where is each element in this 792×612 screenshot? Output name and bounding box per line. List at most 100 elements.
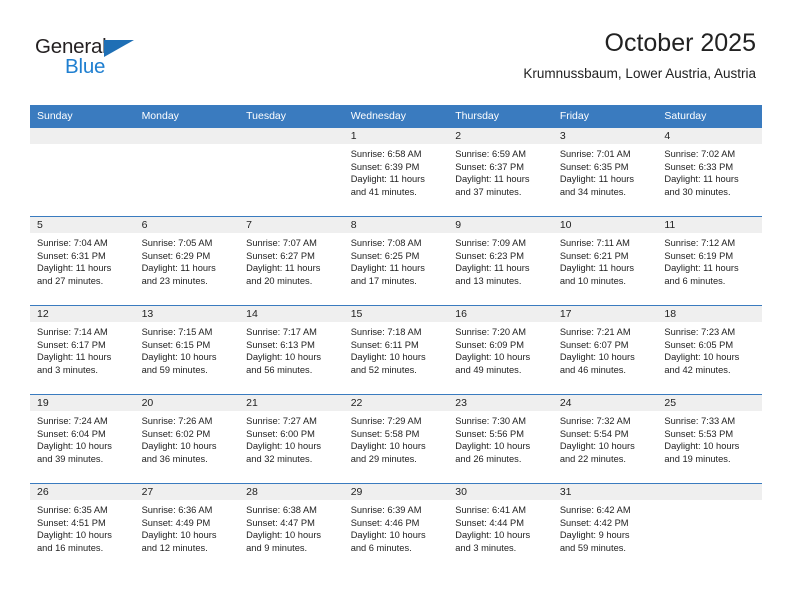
day-sun-info: Sunrise: 7:01 AM Sunset: 6:35 PM Daylight:… (553, 144, 658, 198)
day-cell-content: 3 Sunrise: 7:01 AM Sunset: 6:35 PM Daylight… (552, 128, 658, 216)
day-info-line: Sunrise: 7:24 AM (37, 416, 108, 426)
day-info-line: Sunset: 6:05 PM (664, 339, 734, 350)
day-cell-content: 5 Sunrise: 7:04 AM Sunset: 6:31 PM Daylight… (30, 217, 135, 305)
day-cell[interactable]: 19 Sunrise: 7:24 AM Sunset: 6:04 PM Dayligh… (30, 394, 135, 484)
day-sun-info: Sunrise: 7:27 AM Sunset: 6:00 PM Daylight:… (239, 411, 344, 465)
day-info-line: and 29 minutes. (350, 453, 417, 464)
day-cell[interactable]: 17 Sunrise: 7:21 AM Sunset: 6:07 PM Dayligh… (552, 305, 658, 395)
day-sun-info (657, 500, 762, 504)
day-number: 8 (343, 217, 449, 233)
day-number: 29 (343, 484, 449, 500)
day-cell-content: 22 Sunrise: 7:29 AM Sunset: 5:58 PM Dayligh… (343, 395, 449, 483)
day-number: 12 (30, 306, 135, 322)
day-cell[interactable]: 14 Sunrise: 7:17 AM Sunset: 6:13 PM Dayligh… (239, 305, 344, 395)
weekday-header-friday: Friday (552, 105, 658, 128)
day-info-line: and 13 minutes. (455, 275, 522, 286)
day-cell[interactable]: 13 Sunrise: 7:15 AM Sunset: 6:15 PM Dayligh… (134, 305, 240, 395)
day-info-line: Daylight: 9 hours (559, 530, 630, 541)
day-number: 9 (448, 217, 553, 233)
day-info-line: Sunset: 4:49 PM (141, 517, 211, 528)
day-sun-info: Sunrise: 6:58 AM Sunset: 6:39 PM Daylight:… (344, 144, 449, 198)
day-cell[interactable]: 10 Sunrise: 7:11 AM Sunset: 6:21 PM Dayligh… (552, 216, 658, 306)
day-info-line: Sunset: 6:21 PM (559, 250, 629, 261)
day-cell[interactable]: 23 Sunrise: 7:30 AM Sunset: 5:56 PM Dayligh… (448, 394, 553, 484)
day-info-line: Sunrise: 7:05 AM (141, 238, 213, 248)
day-cell[interactable]: 16 Sunrise: 7:20 AM Sunset: 6:09 PM Dayligh… (448, 305, 553, 395)
day-cell[interactable]: 28 Sunrise: 6:38 AM Sunset: 4:47 PM Dayligh… (239, 483, 344, 572)
day-info-line: and 39 minutes. (37, 453, 104, 464)
day-sun-info: Sunrise: 7:29 AM Sunset: 5:58 PM Daylight:… (344, 411, 449, 465)
weekday-header-sunday: Sunday (30, 105, 135, 128)
day-cell[interactable]: 12 Sunrise: 7:14 AM Sunset: 6:17 PM Dayligh… (30, 305, 135, 395)
day-cell[interactable]: 29 Sunrise: 6:39 AM Sunset: 4:46 PM Dayligh… (343, 483, 449, 572)
day-info-line: Sunrise: 7:20 AM (455, 327, 527, 337)
day-sun-info: Sunrise: 6:41 AM Sunset: 4:44 PM Daylight:… (448, 500, 553, 554)
page-title: October 2025 (604, 29, 757, 57)
day-info-line: Sunset: 4:46 PM (350, 517, 420, 528)
day-info-line: and 27 minutes. (37, 275, 104, 286)
day-cell[interactable]: 4 Sunrise: 7:02 AM Sunset: 6:33 PM Daylight… (657, 127, 762, 217)
day-info-line: Sunset: 6:17 PM (37, 339, 106, 350)
day-info-line: Sunset: 6:35 PM (559, 161, 629, 172)
day-cell-content: 28 Sunrise: 6:38 AM Sunset: 4:47 PM Dayligh… (239, 484, 344, 572)
day-sun-info: Sunrise: 7:15 AM Sunset: 6:15 PM Daylight:… (135, 322, 240, 376)
day-sun-info: Sunrise: 7:05 AM Sunset: 6:29 PM Daylight:… (135, 233, 240, 287)
day-info-line: Sunset: 6:15 PM (141, 339, 211, 350)
day-info-line: Sunrise: 7:29 AM (350, 416, 422, 426)
day-cell[interactable]: 27 Sunrise: 6:36 AM Sunset: 4:49 PM Dayligh… (134, 483, 240, 572)
day-cell[interactable]: 31 Sunrise: 6:42 AM Sunset: 4:42 PM Dayligh… (552, 483, 658, 572)
day-info-line: and 59 minutes. (559, 542, 626, 553)
day-sun-info: Sunrise: 6:39 AM Sunset: 4:46 PM Daylight:… (344, 500, 449, 554)
day-cell[interactable]: 7 Sunrise: 7:07 AM Sunset: 6:27 PM Daylight… (239, 216, 344, 306)
day-cell[interactable]: 22 Sunrise: 7:29 AM Sunset: 5:58 PM Dayligh… (343, 394, 449, 484)
day-info-line: and 20 minutes. (246, 275, 313, 286)
day-cell[interactable]: 1 Sunrise: 6:58 AM Sunset: 6:39 PM Daylight… (343, 127, 449, 217)
calendar-week-row: 1 Sunrise: 6:58 AM Sunset: 6:39 PM Daylight… (30, 127, 762, 217)
day-info-line: Daylight: 11 hours (559, 263, 635, 274)
day-cell[interactable]: 5 Sunrise: 7:04 AM Sunset: 6:31 PM Daylight… (30, 216, 135, 306)
day-cell[interactable]: 18 Sunrise: 7:23 AM Sunset: 6:05 PM Dayligh… (657, 305, 762, 395)
day-info-line: and 59 minutes. (141, 364, 208, 375)
day-info-line: Sunset: 5:54 PM (559, 428, 629, 439)
day-info-line: Daylight: 11 hours (141, 263, 216, 274)
day-cell[interactable]: 21 Sunrise: 7:27 AM Sunset: 6:00 PM Dayligh… (239, 394, 344, 484)
day-info-line: and 9 minutes. (246, 542, 308, 553)
day-cell[interactable]: 24 Sunrise: 7:32 AM Sunset: 5:54 PM Dayligh… (552, 394, 658, 484)
day-number: 17 (552, 306, 658, 322)
day-cell[interactable]: 9 Sunrise: 7:09 AM Sunset: 6:23 PM Daylight… (448, 216, 553, 306)
day-cell[interactable]: 30 Sunrise: 6:41 AM Sunset: 4:44 PM Dayligh… (448, 483, 553, 572)
day-cell[interactable]: 11 Sunrise: 7:12 AM Sunset: 6:19 PM Dayligh… (657, 216, 762, 306)
day-cell[interactable]: 20 Sunrise: 7:26 AM Sunset: 6:02 PM Dayligh… (134, 394, 240, 484)
day-info-line: Sunset: 6:00 PM (246, 428, 315, 439)
day-cell[interactable]: 8 Sunrise: 7:08 AM Sunset: 6:25 PM Daylight… (343, 216, 449, 306)
day-cell[interactable]: 2 Sunrise: 6:59 AM Sunset: 6:37 PM Daylight… (448, 127, 553, 217)
day-cell[interactable]: 25 Sunrise: 7:33 AM Sunset: 5:53 PM Dayligh… (657, 394, 762, 484)
day-info-line: Sunset: 6:31 PM (37, 250, 106, 261)
day-info-line: Sunset: 4:51 PM (37, 517, 106, 528)
day-info-line: Sunrise: 7:23 AM (664, 327, 736, 337)
day-info-line: and 10 minutes. (559, 275, 626, 286)
day-sun-info: Sunrise: 7:23 AM Sunset: 6:05 PM Daylight:… (657, 322, 762, 376)
day-info-line: and 49 minutes. (455, 364, 522, 375)
day-info-line: Daylight: 10 hours (37, 441, 112, 452)
day-number: 2 (448, 128, 553, 144)
day-sun-info: Sunrise: 7:18 AM Sunset: 6:11 PM Daylight:… (344, 322, 449, 376)
day-sun-info: Sunrise: 7:26 AM Sunset: 6:02 PM Daylight:… (135, 411, 240, 465)
day-info-line: Daylight: 10 hours (559, 352, 635, 363)
day-cell-content: 30 Sunrise: 6:41 AM Sunset: 4:44 PM Dayligh… (448, 484, 553, 572)
day-cell-content: 24 Sunrise: 7:32 AM Sunset: 5:54 PM Dayligh… (552, 395, 658, 483)
day-cell[interactable]: 3 Sunrise: 7:01 AM Sunset: 6:35 PM Daylight… (552, 127, 658, 217)
day-info-line: Sunrise: 6:35 AM (37, 505, 108, 515)
day-cell[interactable]: 26 Sunrise: 6:35 AM Sunset: 4:51 PM Dayligh… (30, 483, 135, 572)
day-info-line: Daylight: 10 hours (246, 352, 322, 363)
day-cell[interactable]: 6 Sunrise: 7:05 AM Sunset: 6:29 PM Daylight… (134, 216, 240, 306)
calendar-week-row: 19 Sunrise: 7:24 AM Sunset: 6:04 PM Dayligh… (30, 394, 762, 484)
day-sun-info: Sunrise: 6:36 AM Sunset: 4:49 PM Daylight:… (135, 500, 240, 554)
day-number: 30 (448, 484, 553, 500)
page-header: General Blue October 2025 Krumnussbaum, … (0, 0, 792, 96)
day-number: 22 (343, 395, 449, 411)
day-info-line: Sunset: 6:23 PM (455, 250, 524, 261)
day-cell[interactable]: 15 Sunrise: 7:18 AM Sunset: 6:11 PM Dayligh… (343, 305, 449, 395)
day-cell-content: 21 Sunrise: 7:27 AM Sunset: 6:00 PM Dayligh… (239, 395, 344, 483)
day-info-line: Daylight: 10 hours (246, 530, 322, 541)
